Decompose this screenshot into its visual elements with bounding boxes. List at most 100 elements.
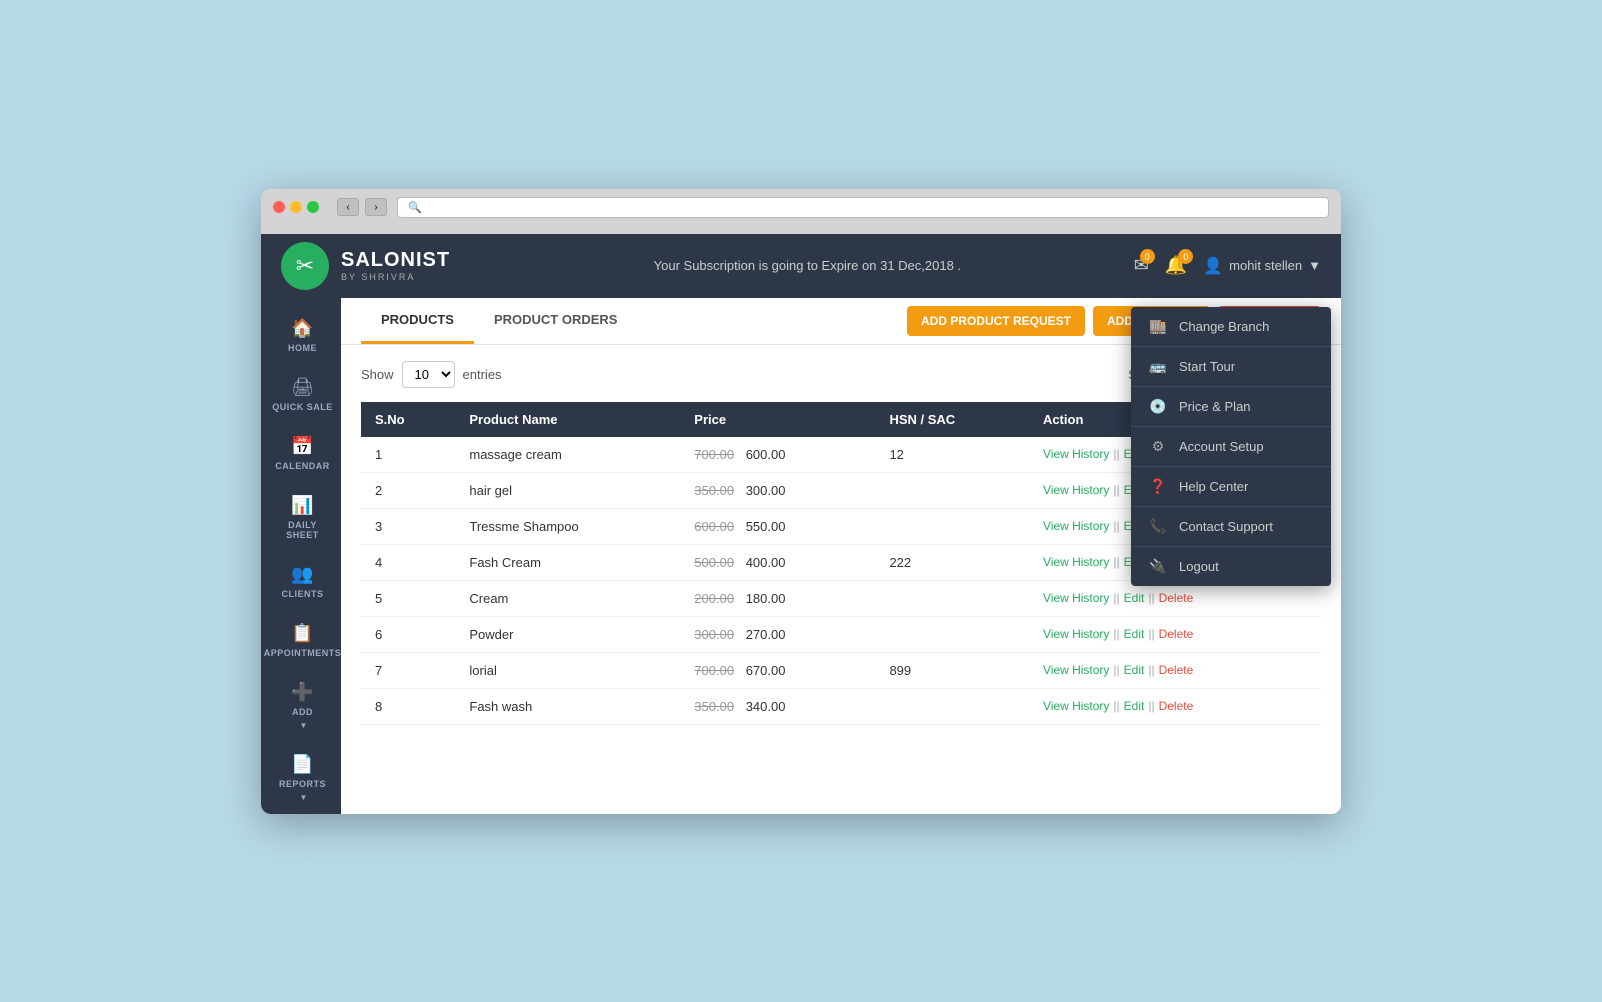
col-price: Price [680,402,875,437]
sidebar-item-quick-sale[interactable]: 🖨 QUICK SALE [261,367,341,422]
dropdown-item-contact-support[interactable]: 📞 Contact Support [1131,507,1331,547]
dropdown-label-logout: Logout [1179,559,1219,574]
price-plan-icon: 💿 [1149,398,1167,415]
action-cell: View History || Edit || Delete [1043,699,1307,713]
view-history-link[interactable]: View History [1043,555,1109,569]
sidebar-item-appointments[interactable]: 📋 APPOINTMENTS [261,613,341,668]
browser-address-bar[interactable]: 🔍 [397,197,1329,218]
cell-hsn [875,688,1029,724]
edit-link[interactable]: Edit [1124,627,1145,641]
cell-product-name: Cream [455,580,680,616]
mail-button[interactable]: ✉ 0 [1134,255,1149,276]
cell-product-name: Powder [455,616,680,652]
col-product-name: Product Name [455,402,680,437]
help-center-icon: ❓ [1149,478,1167,495]
bell-badge: 0 [1178,249,1193,264]
price-new: 600.00 [746,447,786,462]
dropdown-item-start-tour[interactable]: 🚌 Start Tour [1131,347,1331,387]
sidebar-item-add[interactable]: ➕ ADD ▼ [261,672,341,740]
sidebar-label-calendar: CALENDAR [275,461,330,471]
sidebar-item-reports[interactable]: 📄 REPORTS ▼ [261,744,341,812]
sep1: || [1113,447,1119,461]
dot-close[interactable] [273,201,285,213]
cell-hsn: 222 [875,544,1029,580]
price-new: 270.00 [746,627,786,642]
tab-product-orders[interactable]: PRODUCT ORDERS [474,298,638,344]
table-row: 6 Powder 300.00 270.00 View History [361,616,1321,652]
dropdown-item-price-plan[interactable]: 💿 Price & Plan [1131,387,1331,427]
edit-link[interactable]: Edit [1124,663,1145,677]
view-history-link[interactable]: View History [1043,627,1109,641]
entries-select[interactable]: 10 25 50 [402,361,455,388]
price-old: 700.00 [694,447,734,462]
dropdown-label-price-plan: Price & Plan [1179,399,1251,414]
logo-icon: ✂ [296,253,314,279]
edit-link[interactable]: Edit [1124,699,1145,713]
dropdown-item-account-setup[interactable]: ⚙ Account Setup [1131,427,1331,467]
cell-hsn [875,580,1029,616]
browser-window: ‹ › 🔍 ✂ SALONIST BY SHRIVRA Your Subscri… [261,189,1341,814]
sidebar-item-clients[interactable]: 👥 CLIENTS [261,554,341,609]
delete-link[interactable]: Delete [1159,699,1194,713]
price-old: 300.00 [694,627,734,642]
quick-sale-icon: 🖨 [291,377,314,398]
dropdown-label-contact-support: Contact Support [1179,519,1273,534]
price-new: 400.00 [746,555,786,570]
view-history-link[interactable]: View History [1043,591,1109,605]
dot-minimize[interactable] [290,201,302,213]
sidebar-label-daily-sheet: DAILY SHEET [272,520,333,540]
tab-products[interactable]: PRODUCTS [361,298,474,344]
table-row: 8 Fash wash 350.00 340.00 View History [361,688,1321,724]
dropdown-item-logout[interactable]: 🔌 Logout [1131,547,1331,586]
price-new: 300.00 [746,483,786,498]
browser-nav: ‹ › [337,198,387,216]
cell-sno: 1 [361,437,455,473]
sidebar-item-daily-sheet[interactable]: 📊 DAILY SHEET [261,485,341,550]
logout-icon: 🔌 [1149,558,1167,575]
cell-sno: 2 [361,472,455,508]
dropdown-label-account-setup: Account Setup [1179,439,1264,454]
sep2: || [1148,627,1154,641]
appointments-icon: 📋 [291,623,313,644]
sidebar-item-calendar[interactable]: 📅 CALENDAR [261,426,341,481]
cell-hsn [875,508,1029,544]
app-header: ✂ SALONIST BY SHRIVRA Your Subscription … [261,234,1341,298]
app-container: ✂ SALONIST BY SHRIVRA Your Subscription … [261,234,1341,814]
dropdown-item-help-center[interactable]: ❓ Help Center [1131,467,1331,507]
cell-action: View History || Edit || Delete [1029,688,1321,724]
cell-price: 350.00 300.00 [680,472,875,508]
sidebar-item-home[interactable]: 🏠 HOME [261,308,341,363]
delete-link[interactable]: Delete [1159,663,1194,677]
sep1: || [1113,699,1119,713]
cell-sno: 5 [361,580,455,616]
logo-name: SALONIST [341,249,450,272]
nav-forward-button[interactable]: › [365,198,387,216]
cell-price: 500.00 400.00 [680,544,875,580]
cell-price: 700.00 670.00 [680,652,875,688]
delete-link[interactable]: Delete [1159,627,1194,641]
delete-link[interactable]: Delete [1159,591,1194,605]
logo-circle: ✂ [281,242,329,290]
sep1: || [1113,663,1119,677]
edit-link[interactable]: Edit [1124,591,1145,605]
dot-maximize[interactable] [307,201,319,213]
view-history-link[interactable]: View History [1043,699,1109,713]
action-cell: View History || Edit || Delete [1043,627,1307,641]
view-history-link[interactable]: View History [1043,447,1109,461]
bell-button[interactable]: 🔔 0 [1165,255,1187,276]
chevron-down-icon: ▼ [1308,258,1321,273]
cell-price: 200.00 180.00 [680,580,875,616]
view-history-link[interactable]: View History [1043,663,1109,677]
user-menu-button[interactable]: 👤 mohit stellen ▼ [1203,256,1321,276]
price-new: 180.00 [746,591,786,606]
sidebar-label-add: ADD [292,707,313,717]
dropdown-item-change-branch[interactable]: 🏬 Change Branch [1131,307,1331,347]
cell-hsn: 899 [875,652,1029,688]
col-hsn: HSN / SAC [875,402,1029,437]
sep2: || [1148,699,1154,713]
view-history-link[interactable]: View History [1043,483,1109,497]
view-history-link[interactable]: View History [1043,519,1109,533]
nav-back-button[interactable]: ‹ [337,198,359,216]
add-product-request-button[interactable]: ADD PRODUCT REQUEST [907,306,1085,336]
sidebar-label-home: HOME [288,343,317,353]
